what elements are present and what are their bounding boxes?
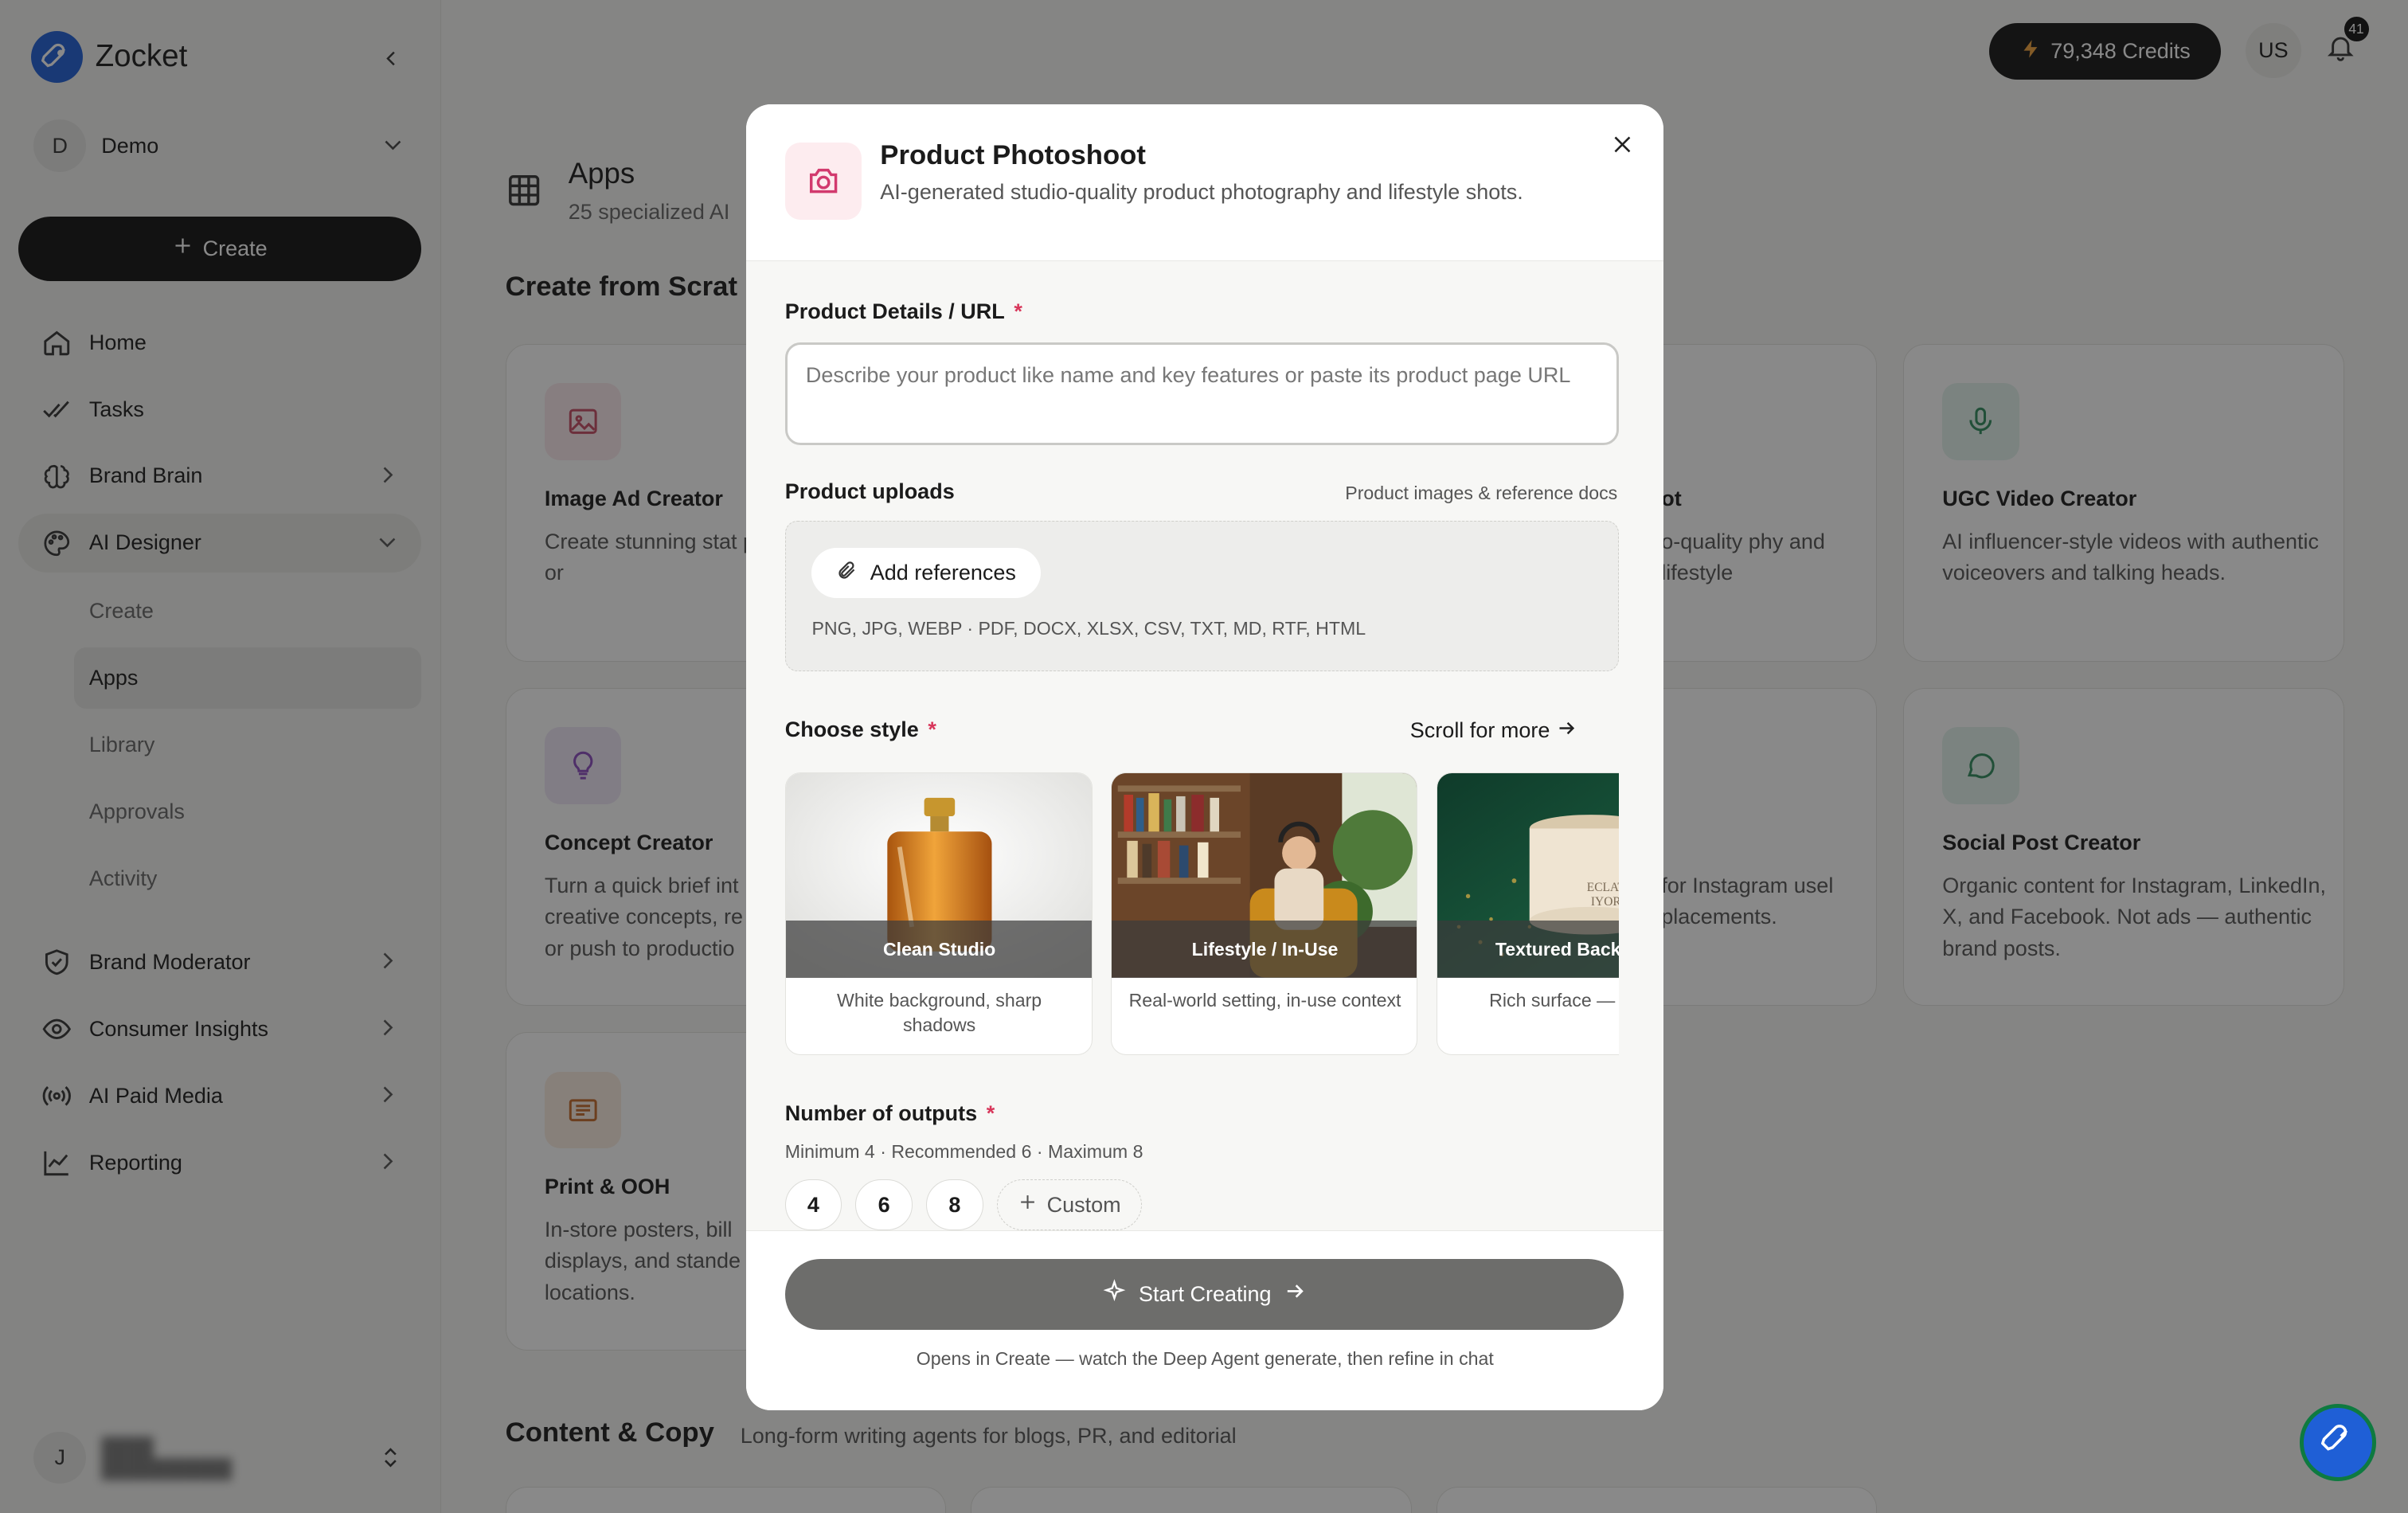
required-marker: * [928,717,936,741]
required-marker: * [1014,299,1022,324]
product-details-input[interactable]: Describe your product like name and key … [784,342,1620,446]
label-text: Number of outputs [784,1101,978,1126]
jar-label: ECLAT IYOR [1586,881,1620,909]
style-description: Real-world setting, in-use context [1128,990,1401,1011]
modal-subtitle: AI-generated studio-quality product phot… [880,179,1523,204]
style-carousel[interactable]: Clean Studio White background, sharp sha… [784,772,1620,1057]
arrow-right-icon [1284,1280,1307,1308]
modal-footer: Start Creating Opens in Create — watch t… [746,1230,1664,1410]
paperclip-icon [836,560,858,587]
style-thumbnail: Clean Studio [785,773,1092,978]
style-card-lifestyle[interactable]: Lifestyle / In-Use Real-world setting, i… [1110,772,1418,1056]
sparkle-icon [1102,1279,1127,1309]
number-of-outputs-label: Number of outputs * [785,1101,995,1126]
product-details-label: Product Details / URL * [785,299,1022,324]
modal-title: Product Photoshoot [880,139,1146,170]
custom-label: Custom [1046,1192,1121,1217]
scroll-more-label: Scroll for more [1409,718,1550,743]
modal-header: Product Photoshoot AI-generated studio-q… [746,104,1664,261]
style-thumbnail: ECLAT IYOR Textured Back [1437,773,1620,978]
upload-dropzone[interactable]: Add references PNG, JPG, WEBP · PDF, DOC… [784,520,1620,671]
start-creating-button[interactable]: Start Creating [784,1258,1624,1330]
scroll-for-more[interactable]: Scroll for more [1410,717,1577,745]
camera-icon [784,143,862,220]
arrow-right-icon [1556,717,1577,745]
supported-formats: PNG, JPG, WEBP · PDF, DOCX, XLSX, CSV, T… [811,618,1366,639]
custom-output-button[interactable]: Custom [996,1179,1142,1231]
footer-hint: Opens in Create — watch the Deep Agent g… [916,1347,1494,1369]
style-name: Textured Back [1437,921,1620,978]
rocket-icon [2320,1422,2355,1462]
style-name: Lifestyle / In-Use [1111,921,1417,978]
close-icon[interactable] [1607,129,1638,160]
style-name: Clean Studio [785,921,1092,978]
style-card-textured-backdrop[interactable]: ECLAT IYOR Textured Back Rich surface — … [1436,772,1620,1056]
uploads-hint: Product images & reference docs [1345,482,1618,503]
assistant-fab[interactable] [2299,1404,2377,1481]
add-references-label: Add references [870,561,1016,585]
choose-style-label: Choose style * [785,717,936,742]
plus-icon [1018,1192,1038,1218]
label-text: Choose style [784,717,919,741]
product-photoshoot-modal: Product Photoshoot AI-generated studio-q… [746,104,1664,1410]
start-creating-label: Start Creating [1138,1281,1272,1306]
style-description: White background, sharp shadows [837,990,1042,1036]
style-card-clean-studio[interactable]: Clean Studio White background, sharp sha… [784,772,1093,1056]
outputs-hint: Minimum 4 · Recommended 6 · Maximum 8 [784,1141,1143,1163]
product-uploads-label: Product uploads [784,479,955,503]
required-marker: * [986,1101,995,1126]
add-references-button[interactable]: Add references [811,547,1041,599]
output-option-4[interactable]: 4 [784,1179,842,1231]
output-option-8[interactable]: 8 [926,1179,983,1231]
label-text: Product Details / URL [784,299,1005,324]
style-description: Rich surface — terrazzo, li [1489,990,1619,1011]
style-thumbnail: Lifestyle / In-Use [1111,773,1417,978]
output-option-6[interactable]: 6 [855,1179,913,1231]
